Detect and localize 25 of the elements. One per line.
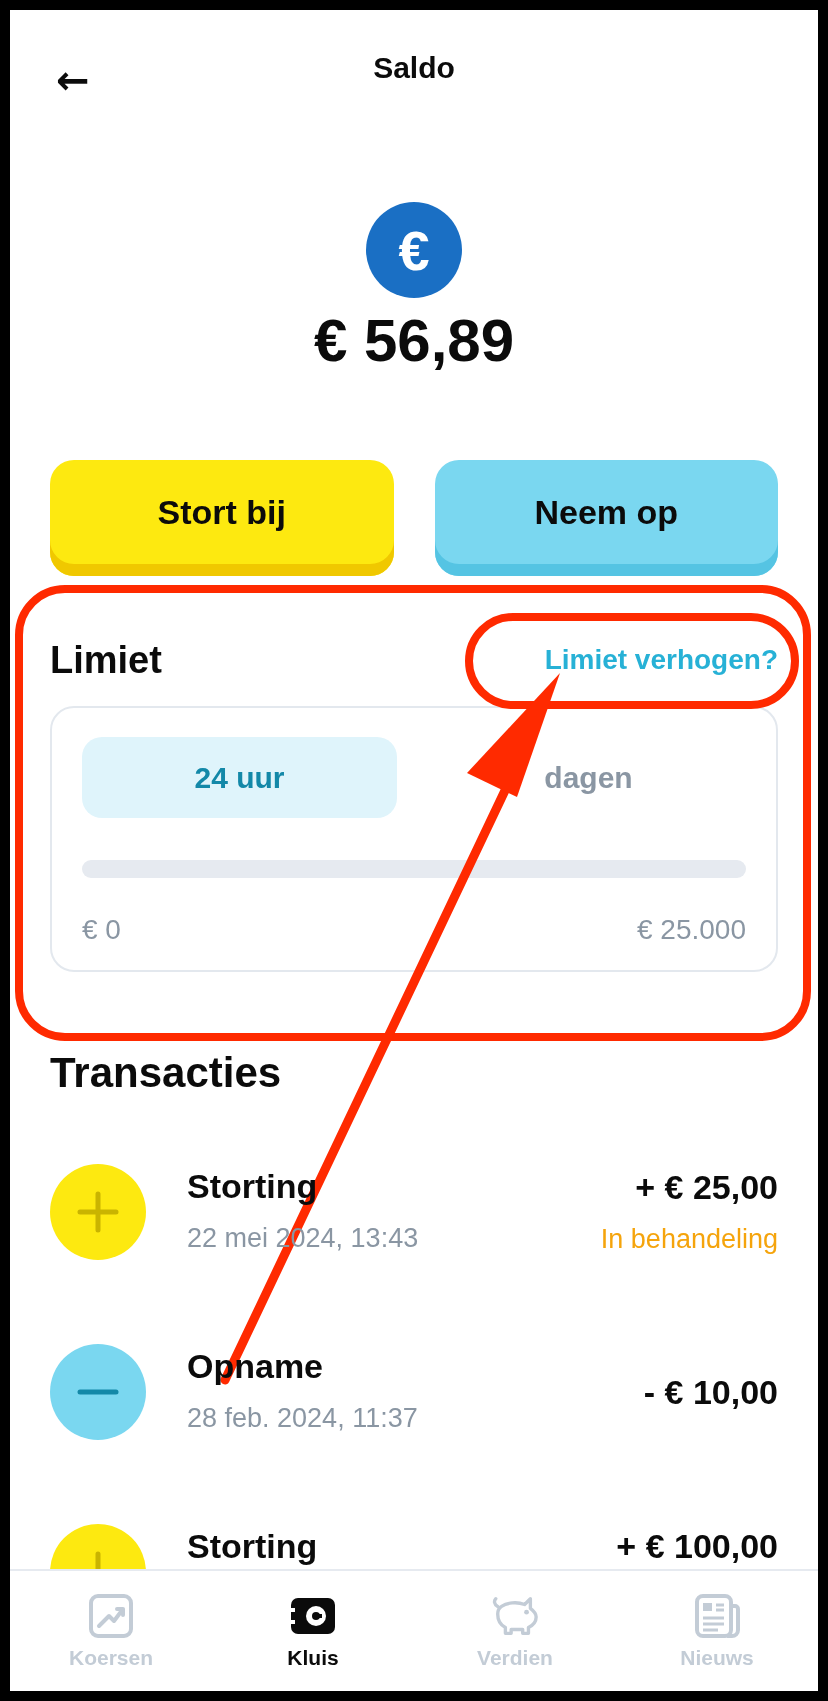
nav-tab[interactable]: Kluis (212, 1571, 414, 1691)
transaction-amount: - € 10,00 (643, 1372, 778, 1412)
transaction-amount: + € 100,00 (616, 1526, 778, 1566)
period-tab[interactable]: 24 uur (82, 737, 397, 818)
increase-limit-link[interactable]: Limiet verhogen? (544, 644, 778, 676)
transaction-amount: + € 25,00 (635, 1167, 778, 1207)
page-title: Saldo (373, 51, 455, 85)
plus-icon (50, 1164, 146, 1260)
transaction-date: 28 feb. 2024, 11:37 (187, 1402, 419, 1435)
newspaper-icon (692, 1592, 742, 1640)
max-label: € 25.000 (637, 913, 746, 947)
euro-icon: € (366, 202, 462, 298)
transaction-status: In behandeling (600, 1223, 778, 1256)
period-tab[interactable]: dagen (397, 737, 746, 818)
withdraw-button[interactable]: Neem op (434, 460, 778, 576)
deposit-button[interactable]: Stort bij (50, 460, 394, 576)
min-label: € 0 (82, 913, 121, 947)
minus-icon (50, 1344, 146, 1440)
balance-amount: € 56,89 (313, 306, 515, 376)
section-title: Limiet (50, 638, 162, 682)
transaction-title: Storting (187, 1526, 319, 1566)
back-button[interactable]: ← (50, 50, 96, 110)
chart-icon (86, 1592, 136, 1640)
section-title: Transacties (50, 1048, 283, 1098)
transaction-title: Storting (187, 1166, 319, 1206)
